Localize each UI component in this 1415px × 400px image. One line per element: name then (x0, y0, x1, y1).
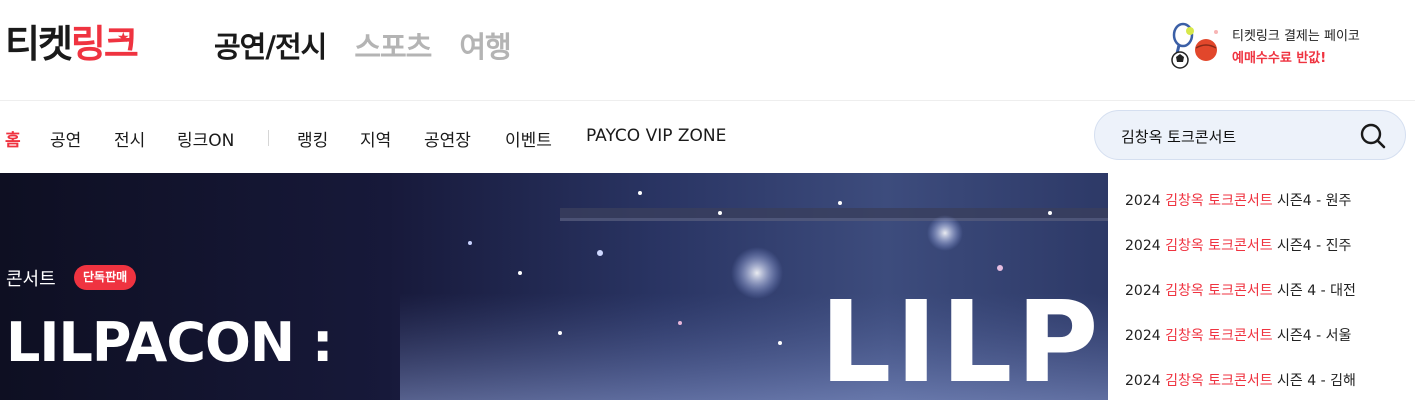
suggestion-suffix: 시즌 4 - 대전 (1272, 283, 1356, 299)
search-suggestions: 2024 김창옥 토크콘서트 시즌4 - 원주 2024 김창옥 토크콘서트 시… (1108, 173, 1415, 400)
suggestion-prefix: 2024 (1125, 373, 1166, 389)
nav-item-event[interactable]: 이벤트 (505, 126, 552, 151)
main-tabs: 공연/전시 스포츠 여행 (214, 24, 512, 66)
search-box (1094, 110, 1406, 160)
suggestion-highlight: 김창옥 토크콘서트 (1165, 328, 1273, 344)
suggestion-highlight: 김창옥 토크콘서트 (1165, 193, 1273, 209)
nav-item-venue[interactable]: 공연장 (424, 126, 471, 151)
suggestion-item[interactable]: 2024 김창옥 토크콘서트 시즌4 - 원주 (1125, 190, 1351, 210)
hero-poster-text: LILP (820, 278, 1103, 400)
tab-sports[interactable]: 스포츠 (354, 24, 432, 66)
nav-item-region[interactable]: 지역 (360, 126, 391, 151)
suggestion-suffix: 시즌 4 - 김해 (1272, 373, 1356, 389)
top-header: 티켓링크 ★ 공연/전시 스포츠 여행 티켓링크 결제는 페이코 예매수수료 반… (0, 0, 1415, 101)
nav-item-ranking[interactable]: 랭킹 (297, 126, 328, 151)
sports-balls-icon (1171, 22, 1218, 69)
suggestion-prefix: 2024 (1125, 193, 1166, 209)
suggestion-prefix: 2024 (1125, 328, 1166, 344)
nav-item-payco-vip-zone[interactable]: PAYCO VIP ZONE (586, 126, 726, 146)
suggestion-item[interactable]: 2024 김창옥 토크콘서트 시즌4 - 서울 (1125, 325, 1351, 345)
suggestion-highlight: 김창옥 토크콘서트 (1165, 373, 1273, 389)
promo-line-2: 예매수수료 반값! (1232, 51, 1327, 66)
payco-promo-banner[interactable]: 티켓링크 결제는 페이코 예매수수료 반값! (1166, 20, 1406, 70)
suggestion-suffix: 시즌4 - 진주 (1272, 238, 1352, 254)
nav-divider (268, 130, 269, 146)
suggestion-highlight: 김창옥 토크콘서트 (1165, 238, 1273, 254)
nav-item-exhibition[interactable]: 전시 (114, 126, 145, 151)
search-icon[interactable] (1359, 122, 1387, 150)
ticketlink-logo[interactable]: 티켓링크 ★ (5, 20, 139, 68)
suggestion-prefix: 2024 (1125, 283, 1166, 299)
sub-nav: 홈 공연 전시 링크ON 랭킹 지역 공연장 이벤트 PAYCO VIP ZON… (0, 101, 1100, 173)
suggestion-item[interactable]: 2024 김창옥 토크콘서트 시즌 4 - 대전 (1125, 280, 1356, 300)
tab-travel[interactable]: 여행 (459, 24, 511, 66)
star-icon: ★ (117, 30, 129, 46)
suggestion-suffix: 시즌4 - 서울 (1272, 328, 1352, 344)
logo-text-ticket: 티켓 (5, 22, 73, 66)
nav-item-performance[interactable]: 공연 (50, 126, 81, 151)
suggestion-item[interactable]: 2024 김창옥 토크콘서트 시즌4 - 진주 (1125, 235, 1351, 255)
exclusive-sale-badge: 단독판매 (74, 265, 137, 290)
suggestion-item[interactable]: 2024 김창옥 토크콘서트 시즌 4 - 김해 (1125, 370, 1356, 390)
search-input[interactable] (1119, 123, 1353, 149)
suggestion-prefix: 2024 (1125, 238, 1166, 254)
tab-performance-exhibition[interactable]: 공연/전시 (214, 24, 327, 66)
nav-item-link-on[interactable]: 링크ON (177, 126, 234, 151)
promo-line-1: 티켓링크 결제는 페이코 (1232, 29, 1360, 44)
nav-item-home[interactable]: 홈 (5, 126, 21, 151)
hero-title: LILPACON : (6, 311, 333, 374)
suggestion-highlight: 김창옥 토크콘서트 (1165, 283, 1273, 299)
suggestion-suffix: 시즌4 - 원주 (1272, 193, 1352, 209)
hero-category: 콘서트 (6, 269, 56, 290)
hero-banner[interactable]: 콘서트 단독판매 LILPACON : LILP (0, 173, 1108, 400)
